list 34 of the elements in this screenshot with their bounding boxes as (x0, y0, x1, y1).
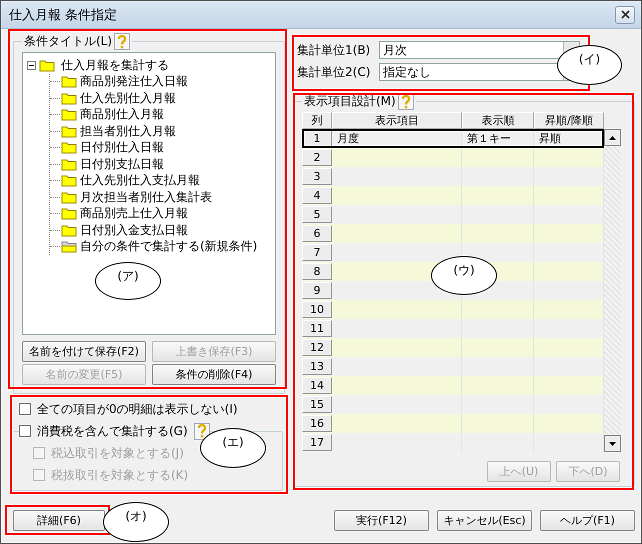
callout-tooltip: (イ) (557, 45, 622, 85)
row-number: 11 (302, 320, 332, 337)
group-label: 表示項目設計(M) (304, 93, 396, 110)
row-number: 9 (302, 282, 332, 299)
row-number: 1 (302, 130, 332, 147)
row-number: 4 (302, 187, 332, 204)
checkbox-label: 税込取引を対象とする(J) (51, 444, 184, 462)
column-header: 表示順 (462, 112, 534, 129)
row-number: 13 (302, 358, 332, 375)
row-number: 10 (302, 301, 332, 318)
row-number: 12 (302, 339, 332, 356)
checkbox-label: 税抜取引を対象とする(K) (51, 466, 188, 484)
window-title: 仕入月報 条件指定 (9, 6, 118, 24)
column-header: 昇順/降順 (534, 112, 604, 129)
row-number: 17 (302, 434, 332, 451)
row-number: 3 (302, 168, 332, 185)
row-number: 7 (302, 244, 332, 261)
checkbox-label: 消費税を含んで集計する(G) (37, 422, 188, 440)
row-number: 2 (302, 149, 332, 166)
callout-tooltip: (ウ) (431, 256, 497, 295)
callout-tooltip: (オ) (103, 502, 169, 542)
row-number: 8 (302, 263, 332, 280)
field-label: 集計単位1(B) (297, 42, 372, 58)
callout-tooltip: (エ) (200, 428, 266, 468)
column-header: 列 (302, 112, 332, 129)
checkbox-label: 全ての項目が0の明細は表示しない(I) (37, 400, 238, 418)
row-number: 16 (302, 415, 332, 432)
group-label: 条件タイトル(L) (24, 33, 112, 50)
field-label: 集計単位2(C) (297, 64, 372, 80)
row-number: 14 (302, 377, 332, 394)
column-header: 表示項目 (332, 112, 462, 129)
row-number: 6 (302, 225, 332, 242)
row-number: 5 (302, 206, 332, 223)
row-number: 15 (302, 396, 332, 413)
